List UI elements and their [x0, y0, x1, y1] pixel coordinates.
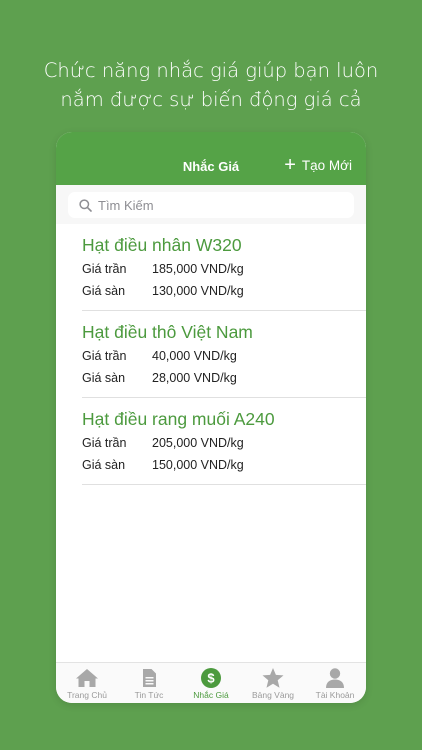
floor-price-value: 130,000 VND/kg: [152, 284, 244, 298]
dollar-icon: $: [200, 667, 222, 689]
ceiling-price-row: Giá trần 205,000 VND/kg: [82, 432, 366, 454]
floor-price-row: Giá sàn 28,000 VND/kg: [82, 367, 366, 389]
promo-headline: Chức năng nhắc giá giúp bạn luôn nắm đượ…: [0, 56, 422, 114]
navigation-bar: Nhắc Giá + Tạo Mới: [56, 132, 366, 185]
home-icon: [75, 667, 99, 689]
tab-account[interactable]: Tài Khoản: [304, 663, 366, 703]
tab-leaderboard[interactable]: Bảng Vàng: [242, 663, 304, 703]
tab-news-label: Tin Tức: [134, 690, 164, 700]
floor-price-label: Giá sàn: [82, 371, 126, 385]
promo-headline-line-1: Chức năng nhắc giá giúp bạn luôn: [43, 59, 379, 82]
ceiling-price-row: Giá trần 40,000 VND/kg: [82, 345, 366, 367]
search-bar: Tìm Kiếm: [56, 185, 366, 224]
tab-home-label: Trang Chủ: [67, 690, 107, 700]
svg-text:$: $: [207, 671, 215, 686]
promo-headline-line-2: nắm được sự biến động giá cả: [60, 88, 362, 111]
tab-bar: Trang Chủ Tin Tức $ Nhắc Giá Bảng Vàng T…: [56, 662, 366, 703]
search-input[interactable]: Tìm Kiếm: [68, 192, 354, 218]
ceiling-price-value: 185,000 VND/kg: [152, 262, 244, 276]
plus-icon: +: [284, 154, 296, 176]
product-name: Hạt điều rang muối A240: [82, 409, 275, 429]
star-icon: [261, 667, 285, 689]
product-name: Hạt điều nhân W320: [82, 235, 242, 255]
ceiling-price-label: Giá trần: [82, 262, 127, 276]
product-name: Hạt điều thô Việt Nam: [82, 322, 253, 342]
ceiling-price-value: 205,000 VND/kg: [152, 436, 244, 450]
floor-price-value: 28,000 VND/kg: [152, 371, 237, 385]
price-alert-item[interactable]: Hạt điều thô Việt Nam Giá trần 40,000 VN…: [82, 311, 366, 398]
price-alert-item[interactable]: Hạt điều rang muối A240 Giá trần 205,000…: [82, 398, 366, 485]
price-alert-list: Hạt điều nhân W320 Giá trần 185,000 VND/…: [56, 224, 366, 485]
ceiling-price-label: Giá trần: [82, 349, 127, 363]
ceiling-price-row: Giá trần 185,000 VND/kg: [82, 258, 366, 280]
search-icon: [79, 198, 92, 212]
create-new-label: Tạo Mới: [301, 157, 352, 173]
floor-price-label: Giá sàn: [82, 284, 126, 298]
tab-account-label: Tài Khoản: [315, 690, 355, 700]
document-icon: [141, 667, 157, 689]
floor-price-value: 150,000 VND/kg: [152, 458, 244, 472]
tab-price-alert-label: Nhắc Giá: [193, 690, 229, 700]
floor-price-row: Giá sàn 150,000 VND/kg: [82, 454, 366, 476]
phone-screen: Nhắc Giá + Tạo Mới Tìm Kiếm Hạt điều nhâ…: [56, 132, 366, 703]
person-icon: [325, 667, 345, 689]
tab-home[interactable]: Trang Chủ: [56, 663, 118, 703]
tab-leaderboard-label: Bảng Vàng: [251, 690, 295, 700]
ceiling-price-value: 40,000 VND/kg: [152, 349, 237, 363]
tab-news[interactable]: Tin Tức: [118, 663, 180, 703]
tab-price-alert[interactable]: $ Nhắc Giá: [180, 663, 242, 703]
search-placeholder: Tìm Kiếm: [98, 197, 154, 213]
price-alert-item[interactable]: Hạt điều nhân W320 Giá trần 185,000 VND/…: [82, 224, 366, 311]
create-new-button[interactable]: + Tạo Mới: [284, 154, 352, 176]
floor-price-row: Giá sàn 130,000 VND/kg: [82, 280, 366, 302]
ceiling-price-label: Giá trần: [82, 436, 127, 450]
floor-price-label: Giá sàn: [82, 458, 126, 472]
